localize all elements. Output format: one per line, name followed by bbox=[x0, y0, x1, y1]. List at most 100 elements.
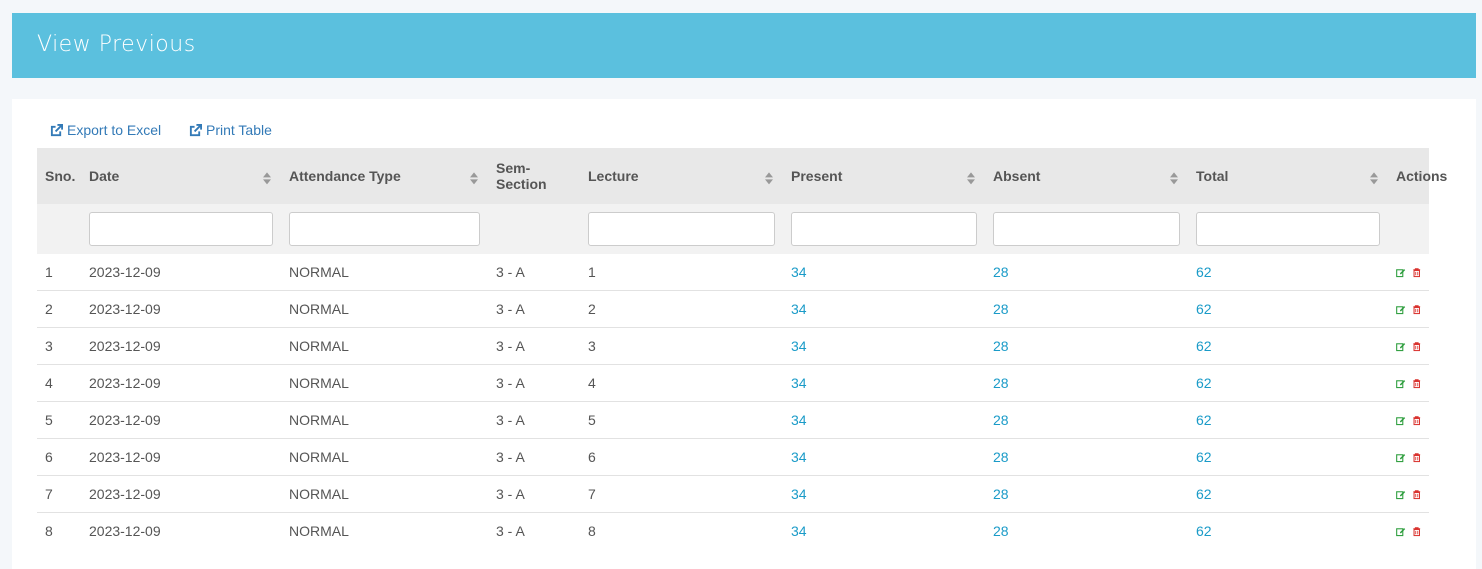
column-header-date[interactable]: Date bbox=[81, 148, 281, 204]
sort-icon bbox=[263, 172, 271, 185]
edit-icon[interactable] bbox=[1396, 266, 1406, 279]
column-header-absent[interactable]: Absent bbox=[985, 148, 1188, 204]
edit-icon[interactable] bbox=[1396, 303, 1406, 316]
actions-cell bbox=[1388, 475, 1429, 513]
date-cell: 2023-12-09 bbox=[81, 512, 281, 549]
sort-icon bbox=[967, 172, 975, 185]
lecture-cell: 1 bbox=[588, 264, 596, 280]
absent-count-link[interactable]: 28 bbox=[985, 438, 1188, 476]
total-count-link[interactable]: 62 bbox=[1188, 512, 1388, 549]
absent-count-link[interactable]: 28 bbox=[985, 512, 1188, 549]
lecture-cell: 6 bbox=[580, 438, 783, 476]
row-actions bbox=[1396, 414, 1421, 427]
sno-cell: 4 bbox=[37, 364, 81, 402]
table-row: 4 2023-12-09 NORMAL 3 - A 4 34 28 62 bbox=[37, 364, 1429, 402]
total-count-link[interactable]: 62 bbox=[1188, 475, 1388, 513]
sort-icon bbox=[470, 172, 478, 185]
sem-section-cell: 3 - A bbox=[488, 512, 580, 549]
sem-section-cell: 3 - A bbox=[488, 438, 580, 476]
edit-icon[interactable] bbox=[1396, 488, 1406, 501]
lecture-cell: 7 bbox=[580, 475, 783, 513]
sem-section-cell: 3 - A bbox=[488, 475, 580, 513]
external-link-icon bbox=[50, 123, 63, 136]
sno-cell: 8 bbox=[37, 512, 81, 549]
actions-cell bbox=[1388, 327, 1429, 365]
lecture-cell: 2 bbox=[580, 290, 783, 328]
edit-icon[interactable] bbox=[1396, 451, 1406, 464]
lecture-cell: 3 bbox=[580, 327, 783, 365]
absent-count-link[interactable]: 28 bbox=[985, 475, 1188, 513]
attendance-type-filter-input[interactable] bbox=[289, 212, 480, 246]
actions-cell bbox=[1388, 290, 1429, 328]
edit-icon[interactable] bbox=[1396, 340, 1406, 353]
table-row: 1 2023-12-09 NORMAL 3 - A 1 34 28 62 bbox=[37, 254, 1429, 291]
total-count-link[interactable]: 62 bbox=[1188, 327, 1388, 365]
lecture-cell: 4 bbox=[580, 364, 783, 402]
attendance-type-cell: NORMAL bbox=[281, 327, 488, 365]
attendance-type-cell: NORMAL bbox=[281, 512, 488, 549]
date-cell: 2023-12-09 bbox=[89, 264, 161, 280]
present-count-link[interactable]: 34 bbox=[783, 438, 985, 476]
trash-icon[interactable] bbox=[1412, 414, 1422, 427]
total-count-link[interactable]: 62 bbox=[1188, 364, 1388, 402]
edit-icon[interactable] bbox=[1396, 414, 1406, 427]
external-link-icon bbox=[189, 123, 202, 136]
date-cell: 2023-12-09 bbox=[81, 327, 281, 365]
attendance-type-cell: NORMAL bbox=[281, 438, 488, 476]
trash-icon[interactable] bbox=[1412, 488, 1422, 501]
present-count-link[interactable]: 34 bbox=[783, 290, 985, 328]
column-header-present[interactable]: Present bbox=[783, 148, 985, 204]
edit-icon[interactable] bbox=[1396, 377, 1406, 390]
page-header: View Previous bbox=[12, 13, 1476, 78]
present-count-link[interactable]: 34 bbox=[783, 254, 985, 291]
attendance-type-cell: NORMAL bbox=[281, 364, 488, 402]
present-count-link[interactable]: 34 bbox=[783, 512, 985, 549]
column-header-total[interactable]: Total bbox=[1188, 148, 1388, 204]
trash-icon[interactable] bbox=[1412, 303, 1422, 316]
present-count-link[interactable]: 34 bbox=[783, 364, 985, 402]
table-row: 6 2023-12-09 NORMAL 3 - A 6 34 28 62 bbox=[37, 438, 1429, 476]
trash-icon[interactable] bbox=[1412, 525, 1422, 538]
absent-count-link[interactable]: 28 bbox=[985, 327, 1188, 365]
sort-icon bbox=[1370, 172, 1378, 185]
lecture-filter-input[interactable] bbox=[588, 212, 775, 246]
column-header-lecture[interactable]: Lecture bbox=[580, 148, 783, 204]
row-actions bbox=[1396, 525, 1421, 538]
total-filter-input[interactable] bbox=[1196, 212, 1380, 246]
row-actions bbox=[1396, 340, 1421, 353]
absent-count-link[interactable]: 28 bbox=[985, 364, 1188, 402]
attendance-type-cell: NORMAL bbox=[281, 401, 488, 439]
attendance-type-cell: NORMAL bbox=[281, 475, 488, 513]
export-excel-button[interactable]: Export to Excel bbox=[50, 122, 161, 138]
total-count-link[interactable]: 62 bbox=[1188, 290, 1388, 328]
table-row: 2 2023-12-09 NORMAL 3 - A 2 34 28 62 bbox=[37, 290, 1429, 328]
print-table-label: Print Table bbox=[206, 122, 272, 138]
absent-count-link[interactable]: 28 bbox=[985, 290, 1188, 328]
trash-icon[interactable] bbox=[1412, 266, 1422, 279]
absent-count-link[interactable]: 28 bbox=[985, 254, 1188, 291]
sem-section-cell: 3 - A bbox=[488, 327, 580, 365]
sem-section-cell: 3 - A bbox=[488, 364, 580, 402]
total-count-link[interactable]: 62 bbox=[1188, 438, 1388, 476]
edit-icon[interactable] bbox=[1396, 525, 1406, 538]
trash-icon[interactable] bbox=[1412, 377, 1422, 390]
date-filter-input[interactable] bbox=[89, 212, 273, 246]
present-count-link[interactable]: 34 bbox=[783, 327, 985, 365]
actions-cell bbox=[1388, 254, 1429, 291]
row-actions bbox=[1396, 377, 1421, 390]
present-count-link[interactable]: 34 bbox=[783, 475, 985, 513]
trash-icon[interactable] bbox=[1412, 340, 1422, 353]
total-count-link[interactable]: 62 bbox=[1188, 254, 1388, 291]
attendance-type-cell: NORMAL bbox=[289, 264, 349, 280]
print-table-button[interactable]: Print Table bbox=[189, 122, 272, 138]
absent-count-link[interactable]: 28 bbox=[985, 401, 1188, 439]
date-cell: 2023-12-09 bbox=[81, 401, 281, 439]
absent-filter-input[interactable] bbox=[993, 212, 1180, 246]
present-count-link[interactable]: 34 bbox=[783, 401, 985, 439]
total-count-link[interactable]: 62 bbox=[1188, 401, 1388, 439]
present-filter-input[interactable] bbox=[791, 212, 977, 246]
table-row: 5 2023-12-09 NORMAL 3 - A 5 34 28 62 bbox=[37, 401, 1429, 439]
trash-icon[interactable] bbox=[1412, 451, 1422, 464]
column-header-attendance-type[interactable]: Attendance Type bbox=[281, 148, 488, 204]
table-row: 3 2023-12-09 NORMAL 3 - A 3 34 28 62 bbox=[37, 327, 1429, 365]
